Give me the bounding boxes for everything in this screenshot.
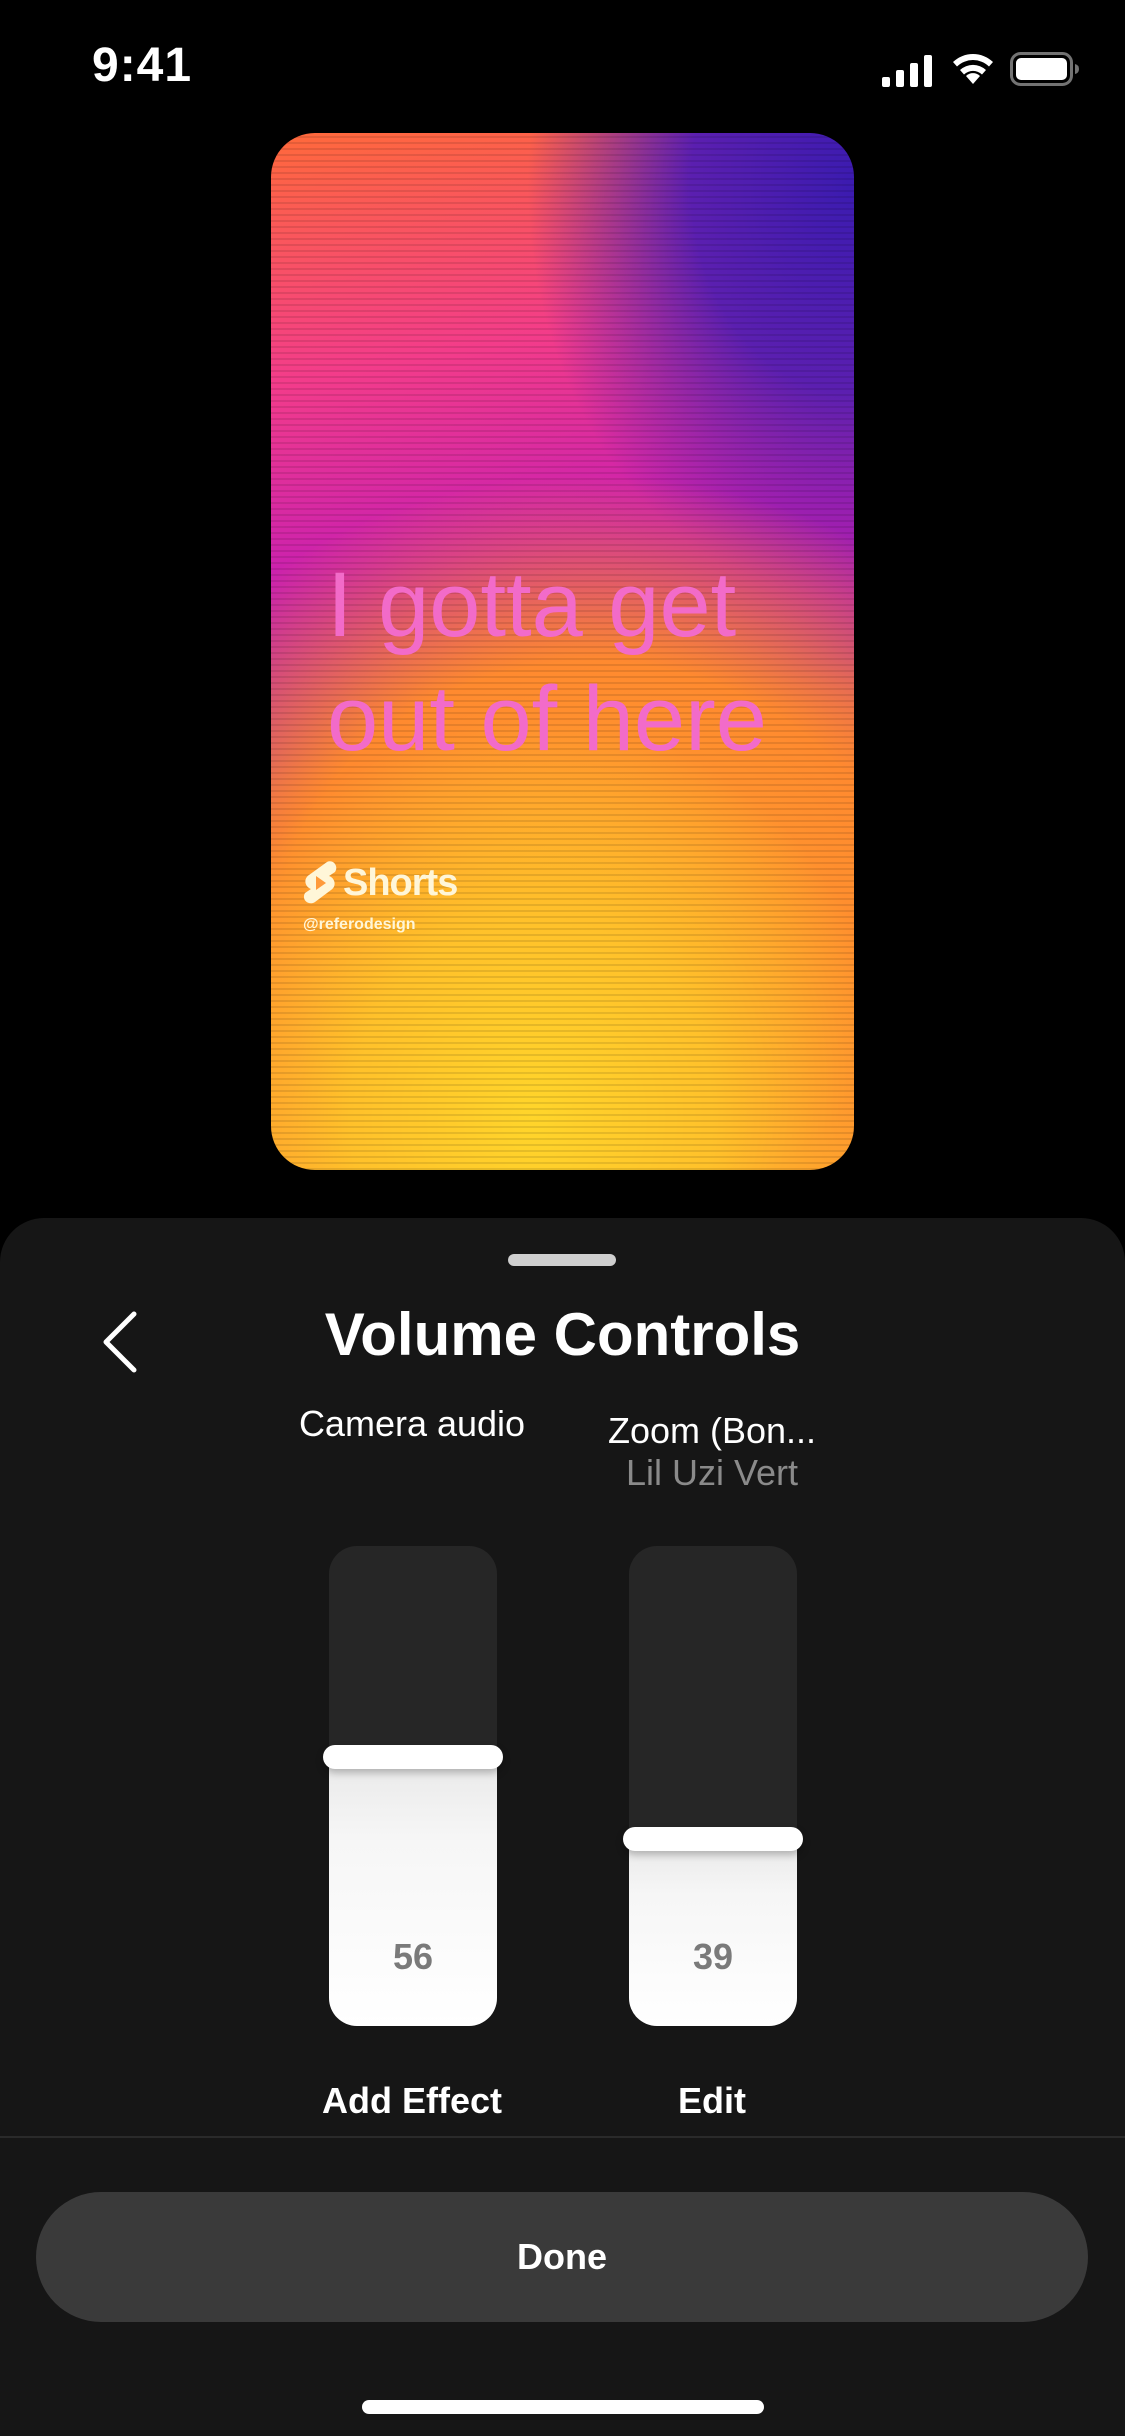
- status-time: 9:41: [92, 39, 193, 92]
- shorts-logo-icon: [303, 861, 337, 904]
- wifi-icon: [953, 54, 993, 84]
- slider-fill: [329, 1757, 497, 2026]
- preview-caption: I gotta get out of here: [327, 554, 767, 770]
- track-artist: Lil Uzi Vert: [625, 1452, 799, 1493]
- shorts-logo-text: Shorts: [343, 861, 458, 904]
- sheet-title: Volume Controls: [324, 1301, 801, 1368]
- creator-handle: @referodesign: [303, 916, 416, 933]
- volume-slider-music[interactable]: 39: [623, 1546, 803, 2026]
- divider: [0, 2136, 1125, 2138]
- volume-value: 56: [392, 1936, 434, 1977]
- home-indicator: [362, 2400, 764, 2414]
- slider-fill: [629, 1839, 797, 2026]
- slider-knob[interactable]: [623, 1827, 803, 1851]
- track-name: Zoom (Bon...: [607, 1410, 817, 1451]
- volume-value: 39: [692, 1936, 734, 1977]
- signal-icon: [882, 55, 932, 87]
- add-effect-button[interactable]: Add Effect: [262, 2080, 562, 2122]
- status-bar: 9:41: [0, 0, 1125, 140]
- battery-icon: [1010, 52, 1079, 86]
- shorts-logo: Shorts: [301, 860, 458, 906]
- track-name: Camera audio: [298, 1403, 526, 1444]
- volume-slider-camera-audio[interactable]: 56: [323, 1546, 503, 2026]
- slider-knob[interactable]: [323, 1745, 503, 1769]
- volume-controls-sheet: Volume Controls Camera audio 56 Add Effe…: [0, 1218, 1125, 2436]
- sheet-drag-handle[interactable]: [508, 1254, 616, 1266]
- video-preview[interactable]: I gotta get out of here Shorts @referode…: [271, 133, 854, 1170]
- track-label-camera-audio: Camera audio: [262, 1403, 562, 1445]
- edit-button[interactable]: Edit: [562, 2080, 862, 2122]
- done-button[interactable]: Done: [36, 2192, 1088, 2322]
- track-label-music: Zoom (Bon... Lil Uzi Vert: [562, 1410, 862, 1494]
